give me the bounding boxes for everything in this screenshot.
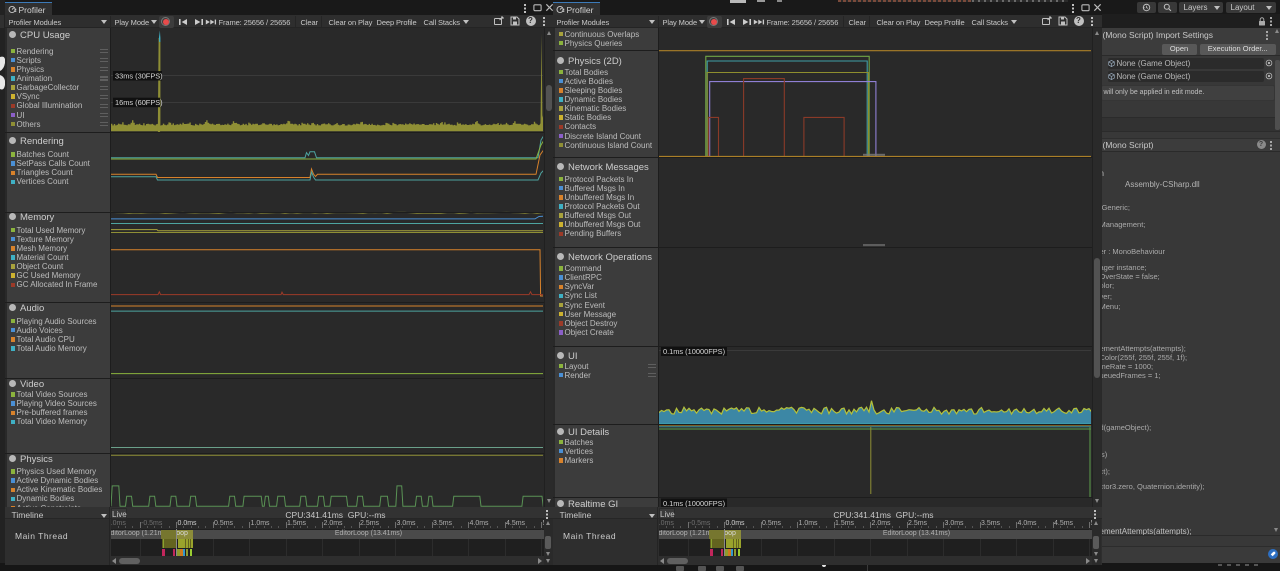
svg-text:0.1ms (10000FPS): 0.1ms (10000FPS) (663, 347, 725, 356)
svg-text:0.1ms (10000FPS): 0.1ms (10000FPS) (663, 499, 725, 507)
svg-text:33ms (30FPS): 33ms (30FPS) (115, 72, 163, 81)
svg-text:16ms (60FPS): 16ms (60FPS) (115, 98, 163, 107)
